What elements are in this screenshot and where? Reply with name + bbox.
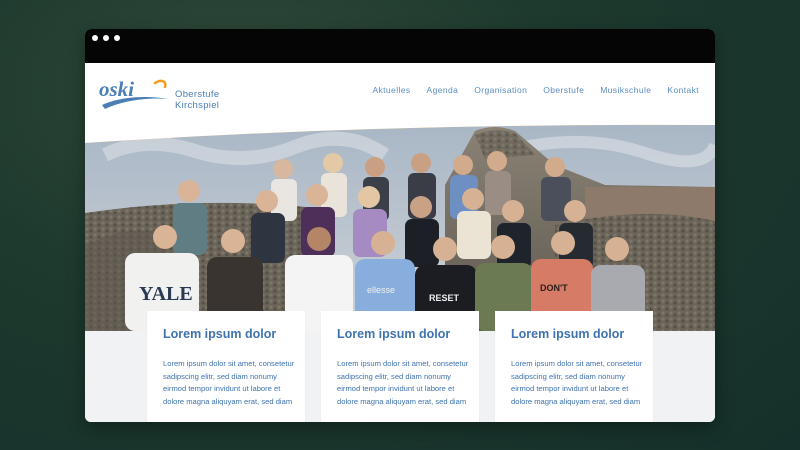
teaser-cards: Lorem ipsum dolor Lorem ipsum dolor sit …: [147, 311, 655, 422]
nav-item-agenda[interactable]: Agenda: [427, 85, 459, 95]
teaser-card[interactable]: Lorem ipsum dolor Lorem ipsum dolor sit …: [495, 311, 653, 422]
window-dot-icon[interactable]: [103, 35, 109, 41]
nav-item-organisation[interactable]: Organisation: [474, 85, 527, 95]
nav-item-oberstufe[interactable]: Oberstufe: [543, 85, 584, 95]
window-dot-icon[interactable]: [92, 35, 98, 41]
logo-line-2: Kirchspiel: [175, 100, 220, 111]
card-title[interactable]: Lorem ipsum dolor: [511, 327, 624, 341]
logo-wordmark: oski: [99, 77, 134, 101]
teaser-card[interactable]: Lorem ipsum dolor Lorem ipsum dolor sit …: [147, 311, 305, 422]
card-text: Lorem ipsum dolor sit amet, consetetur s…: [511, 359, 643, 407]
header-swoosh: [85, 119, 715, 143]
window-dot-icon[interactable]: [114, 35, 120, 41]
nav-item-kontakt[interactable]: Kontakt: [667, 85, 699, 95]
site-logo[interactable]: oski Oberstufe Kirchspiel: [99, 75, 219, 115]
browser-window: oski Oberstufe Kirchspiel Aktuelles Agen…: [85, 29, 715, 422]
main-nav: Aktuelles Agenda Organisation Oberstufe …: [372, 85, 699, 95]
card-title[interactable]: Lorem ipsum dolor: [163, 327, 276, 341]
card-title[interactable]: Lorem ipsum dolor: [337, 327, 450, 341]
oski-logo-icon: oski: [99, 77, 169, 109]
shirt-print-dont: DON'T: [540, 283, 568, 293]
shirt-print-reset: RESET: [429, 293, 460, 303]
shirt-print-yale: YALE: [139, 283, 193, 305]
card-text: Lorem ipsum dolor sit amet, consetetur s…: [163, 359, 295, 407]
card-text: Lorem ipsum dolor sit amet, consetetur s…: [337, 359, 469, 407]
logo-line-1: Oberstufe: [175, 89, 220, 100]
logo-text: Oberstufe Kirchspiel: [175, 89, 219, 111]
shirt-print-ellesse: ellesse: [367, 285, 395, 295]
teaser-card[interactable]: Lorem ipsum dolor Lorem ipsum dolor sit …: [321, 311, 479, 422]
nav-item-aktuelles[interactable]: Aktuelles: [372, 85, 410, 95]
window-titlebar: [85, 29, 715, 63]
web-page: oski Oberstufe Kirchspiel Aktuelles Agen…: [85, 63, 715, 422]
nav-item-musikschule[interactable]: Musikschule: [600, 85, 651, 95]
